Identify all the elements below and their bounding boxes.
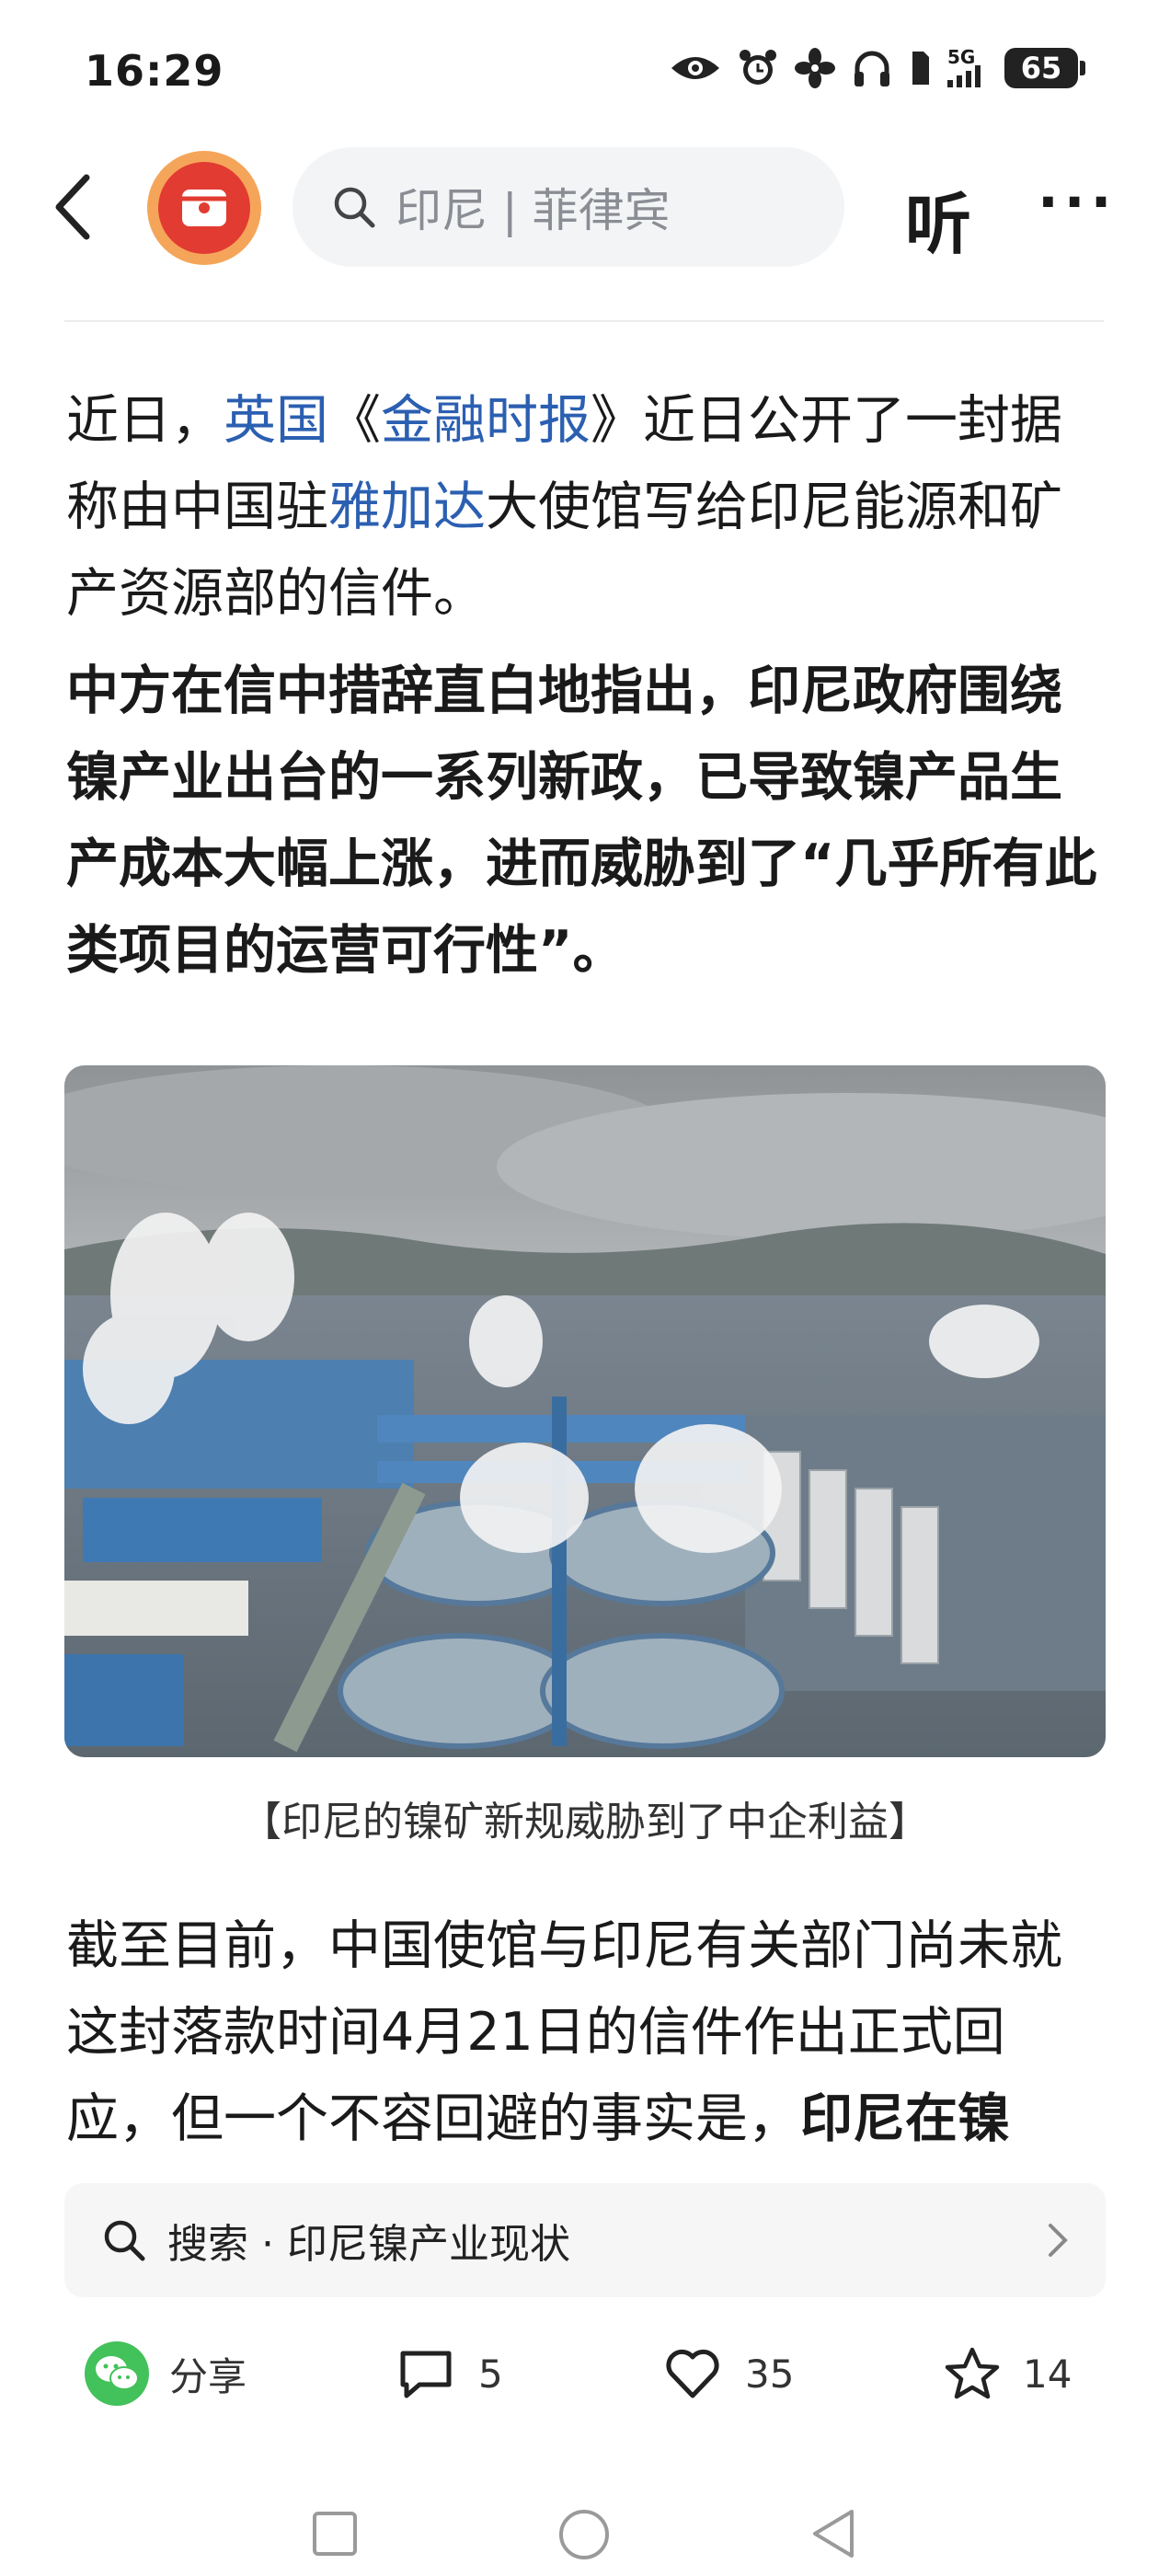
wechat-icon [85, 2341, 149, 2406]
network-type: 5G [947, 46, 976, 68]
favorite-button[interactable]: 14 [944, 2328, 1072, 2420]
alarm-icon [740, 50, 776, 85]
status-time: 16:29 [85, 46, 224, 96]
article-body-continued: 截至目前，中国使馆与印尼有关部门尚未就这封落款时间4月21日的信件作出正式回应，… [66, 1903, 1106, 2173]
chevron-right-icon [1049, 2224, 1068, 2257]
search-query: 印尼 | 菲律宾 [396, 184, 671, 237]
fan-icon [795, 48, 835, 88]
star-icon [945, 2347, 1000, 2399]
link-jakarta[interactable]: 雅加达 [328, 477, 486, 537]
signal-icon [947, 65, 981, 87]
article-body: 近日，英国《金融时报》近日公开了一封据称由中国驻雅加达大使馆写给印尼能源和矿产资… [66, 377, 1106, 1005]
share-label: 分享 [169, 2353, 247, 2399]
eye-icon [671, 57, 719, 79]
like-button[interactable]: 35 [664, 2328, 794, 2420]
top-bar: 印尼 | 菲律宾 听 ··· [0, 138, 1170, 276]
listen-button[interactable]: 听 [905, 170, 971, 267]
headphones-icon [855, 51, 889, 86]
comment-icon [400, 2351, 452, 2398]
sim-icon [912, 52, 929, 85]
account-avatar[interactable] [147, 151, 261, 265]
link-financial-times[interactable]: 金融时报 [381, 390, 591, 451]
comment-button[interactable]: 5 [397, 2328, 503, 2420]
back-nav-icon[interactable] [809, 2508, 857, 2559]
action-bar: 分享 5 35 14 [0, 2328, 1170, 2420]
paragraph-1: 近日，英国《金融时报》近日公开了一封据称由中国驻雅加达大使馆写给印尼能源和矿产资… [66, 377, 1106, 637]
like-count: 35 [745, 2351, 795, 2397]
system-nav-bar [0, 2475, 1170, 2576]
favorite-count: 14 [1023, 2351, 1072, 2397]
news-logo-icon [182, 190, 226, 226]
link-uk[interactable]: 英国 [224, 390, 328, 451]
header-divider [64, 320, 1104, 322]
recent-apps-icon[interactable] [311, 2510, 359, 2558]
search-icon [104, 2220, 145, 2261]
battery-level: 65 [1020, 51, 1062, 86]
related-search-card[interactable]: 搜索 · 印尼镍产业现状 [64, 2183, 1106, 2297]
back-arrow-icon[interactable] [46, 170, 101, 244]
comment-count: 5 [478, 2351, 503, 2397]
article-photo[interactable] [64, 1065, 1106, 1757]
search-icon [334, 187, 375, 228]
heart-icon [666, 2349, 719, 2398]
text-span: 近日， [66, 390, 224, 451]
home-icon[interactable] [557, 2508, 611, 2561]
search-bar[interactable]: 印尼 | 菲律宾 [292, 147, 844, 267]
text-span: 《 [328, 390, 381, 451]
share-button[interactable]: 分享 [85, 2328, 247, 2420]
related-search-text: 搜索 · 印尼镍产业现状 [167, 2221, 570, 2268]
system-icons: 5G 65 [670, 46, 1085, 88]
bold-text-span: 印尼在镍 [800, 2088, 1010, 2149]
paragraph-2: 中方在信中措辞直白地指出，印尼政府围绕镍产业出台的一系列新政，已导致镍产品生产成… [66, 661, 1097, 981]
paragraph-3: 截至目前，中国使馆与印尼有关部门尚未就这封落款时间4月21日的信件作出正式回应，… [66, 1903, 1106, 2162]
image-caption: 【印尼的镍矿新规威胁到了中企利益】 [241, 1799, 929, 1846]
status-bar: 16:29 5G 65 [0, 0, 1170, 138]
industrial-plant-image [64, 1065, 1106, 1757]
battery-icon: 65 [1004, 48, 1085, 88]
more-menu-button[interactable]: ··· [1038, 170, 1117, 235]
